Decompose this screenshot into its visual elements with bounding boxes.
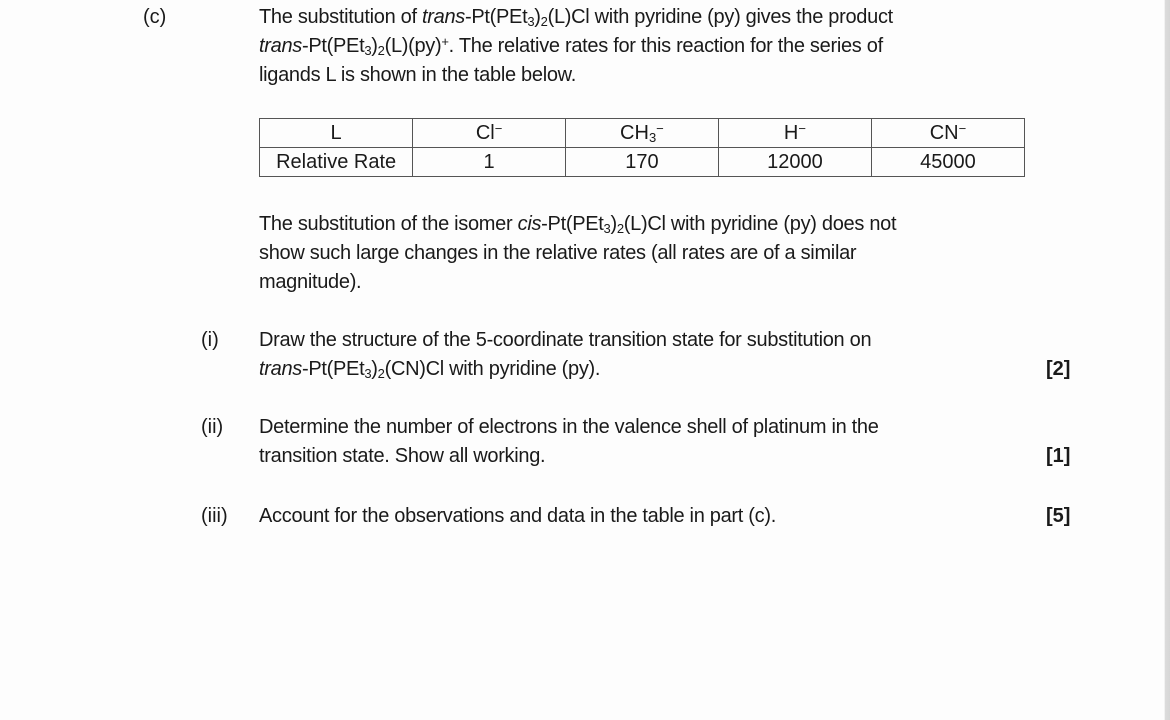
value-cell: 170: [564, 147, 719, 177]
question-i-marks: [2]: [1046, 358, 1071, 380]
cis-note-line-1: The substitution of the isomer cis-Pt(PE…: [259, 213, 897, 236]
question-i-line-1: Draw the structure of the 5-coordinate t…: [259, 329, 872, 351]
question-iii-line-1: Account for the observations and data in…: [259, 505, 776, 527]
table-row: Relative Rate 1 170 12000 45000: [258, 147, 1026, 177]
cis-note-line-2: show such large changes in the relative …: [259, 242, 857, 264]
part-label: (c): [143, 6, 167, 28]
question-iii-label: (iii): [201, 505, 228, 527]
question-iii-marks: [5]: [1046, 505, 1071, 527]
value-cell: 12000: [717, 147, 872, 177]
question-ii-line-1: Determine the number of electrons in the…: [259, 416, 879, 438]
row-label-cell: Relative Rate: [258, 147, 414, 177]
header-cell-cl: Cl−: [412, 118, 566, 148]
table-header-row: L Cl− CH3− H− CN−: [258, 118, 1026, 148]
cis-note-line-3: magnitude).: [259, 271, 362, 293]
page-edge: [1164, 0, 1170, 720]
question-ii-label: (ii): [201, 416, 224, 438]
intro-line-3: ligands L is shown in the table below.: [259, 64, 576, 86]
question-i-label: (i): [201, 329, 219, 351]
header-cell-h: H−: [717, 118, 872, 148]
header-cell-ch3: CH3−: [564, 118, 719, 148]
relative-rates-table: L Cl− CH3− H− CN− Relative Rate 1 170 12…: [258, 118, 1026, 177]
value-cell: 45000: [870, 147, 1026, 177]
header-cell-ligand: L: [258, 118, 414, 148]
header-cell-cn: CN−: [870, 118, 1026, 148]
question-ii-marks: [1]: [1046, 445, 1071, 467]
question-i-line-2: trans-Pt(PEt3)2(CN)Cl with pyridine (py)…: [259, 358, 601, 381]
question-ii-line-2: transition state. Show all working.: [259, 445, 546, 467]
value-cell: 1: [412, 147, 566, 177]
intro-line-2: trans-Pt(PEt3)2(L)(py)+. The relative ra…: [259, 34, 883, 58]
intro-line-1: The substitution of trans-Pt(PEt3)2(L)Cl…: [259, 6, 893, 29]
